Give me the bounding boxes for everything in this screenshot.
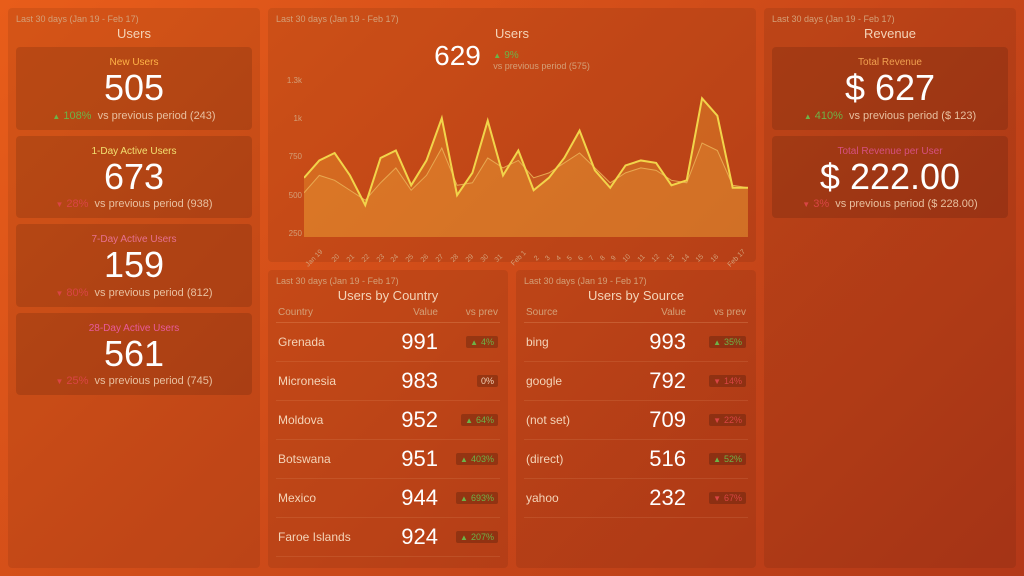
users-title: Users — [16, 26, 252, 41]
metric-card: Total Revenue $ 627 410% vs previous per… — [772, 47, 1008, 130]
table-row: (not set)70922% — [524, 401, 748, 440]
period-label: Last 30 days (Jan 19 - Feb 17) — [276, 276, 500, 286]
card-delta: 28% vs previous period (938) — [26, 198, 242, 210]
card-label: Total Revenue per User — [782, 146, 998, 157]
card-value: $ 627 — [782, 68, 998, 108]
card-delta: 108% vs previous period (243) — [26, 110, 242, 122]
table-header: Source Value vs prev — [524, 303, 748, 323]
country-panel: Last 30 days (Jan 19 - Feb 17) Users by … — [268, 270, 508, 568]
card-value: 673 — [26, 157, 242, 197]
revenue-panel: Last 30 days (Jan 19 - Feb 17) Revenue T… — [764, 8, 1016, 568]
metric-card: New Users 505 108% vs previous period (2… — [16, 47, 252, 130]
period-label: Last 30 days (Jan 19 - Feb 17) — [772, 14, 1008, 24]
table-row: Moldova95264% — [276, 401, 500, 440]
period-label: Last 30 days (Jan 19 - Feb 17) — [524, 276, 748, 286]
users-panel: Last 30 days (Jan 19 - Feb 17) Users New… — [8, 8, 260, 568]
chart-delta: 9% — [493, 50, 590, 61]
card-label: 1-Day Active Users — [26, 146, 242, 157]
source-panel: Last 30 days (Jan 19 - Feb 17) Users by … — [516, 270, 756, 568]
table-row: google79214% — [524, 362, 748, 401]
table-row: Botswana951403% — [276, 440, 500, 479]
card-delta: 3% vs previous period ($ 228.00) — [782, 198, 998, 210]
card-delta: 410% vs previous period ($ 123) — [782, 110, 998, 122]
chart-title: Users — [276, 26, 748, 41]
metric-card: 1-Day Active Users 673 28% vs previous p… — [16, 136, 252, 219]
metric-card: 7-Day Active Users 159 80% vs previous p… — [16, 224, 252, 307]
line-chart: 1.3k1k750500250 Jan 19202122232425262728… — [276, 76, 748, 256]
source-title: Users by Source — [524, 288, 748, 303]
chart-prev: vs previous period (575) — [493, 61, 590, 71]
table-row: Micronesia9830% — [276, 362, 500, 401]
chart-panel: Last 30 days (Jan 19 - Feb 17) Users 629… — [268, 8, 756, 262]
table-header: Country Value vs prev — [276, 303, 500, 323]
chart-value: 629 — [434, 41, 481, 72]
card-delta: 80% vs previous period (812) — [26, 287, 242, 299]
metric-card: 28-Day Active Users 561 25% vs previous … — [16, 313, 252, 396]
card-value: 561 — [26, 334, 242, 374]
card-value: $ 222.00 — [782, 157, 998, 197]
table-row: yahoo23267% — [524, 479, 748, 518]
period-label: Last 30 days (Jan 19 - Feb 17) — [16, 14, 252, 24]
card-value: 159 — [26, 245, 242, 285]
card-delta: 25% vs previous period (745) — [26, 375, 242, 387]
table-row: bing99335% — [524, 323, 748, 362]
card-value: 505 — [26, 68, 242, 108]
revenue-title: Revenue — [772, 26, 1008, 41]
table-row: Faroe Islands924207% — [276, 518, 500, 557]
table-row: Grenada9914% — [276, 323, 500, 362]
country-title: Users by Country — [276, 288, 500, 303]
table-row: Mexico944693% — [276, 479, 500, 518]
table-row: (direct)51652% — [524, 440, 748, 479]
metric-card: Total Revenue per User $ 222.00 3% vs pr… — [772, 136, 1008, 219]
period-label: Last 30 days (Jan 19 - Feb 17) — [276, 14, 748, 24]
